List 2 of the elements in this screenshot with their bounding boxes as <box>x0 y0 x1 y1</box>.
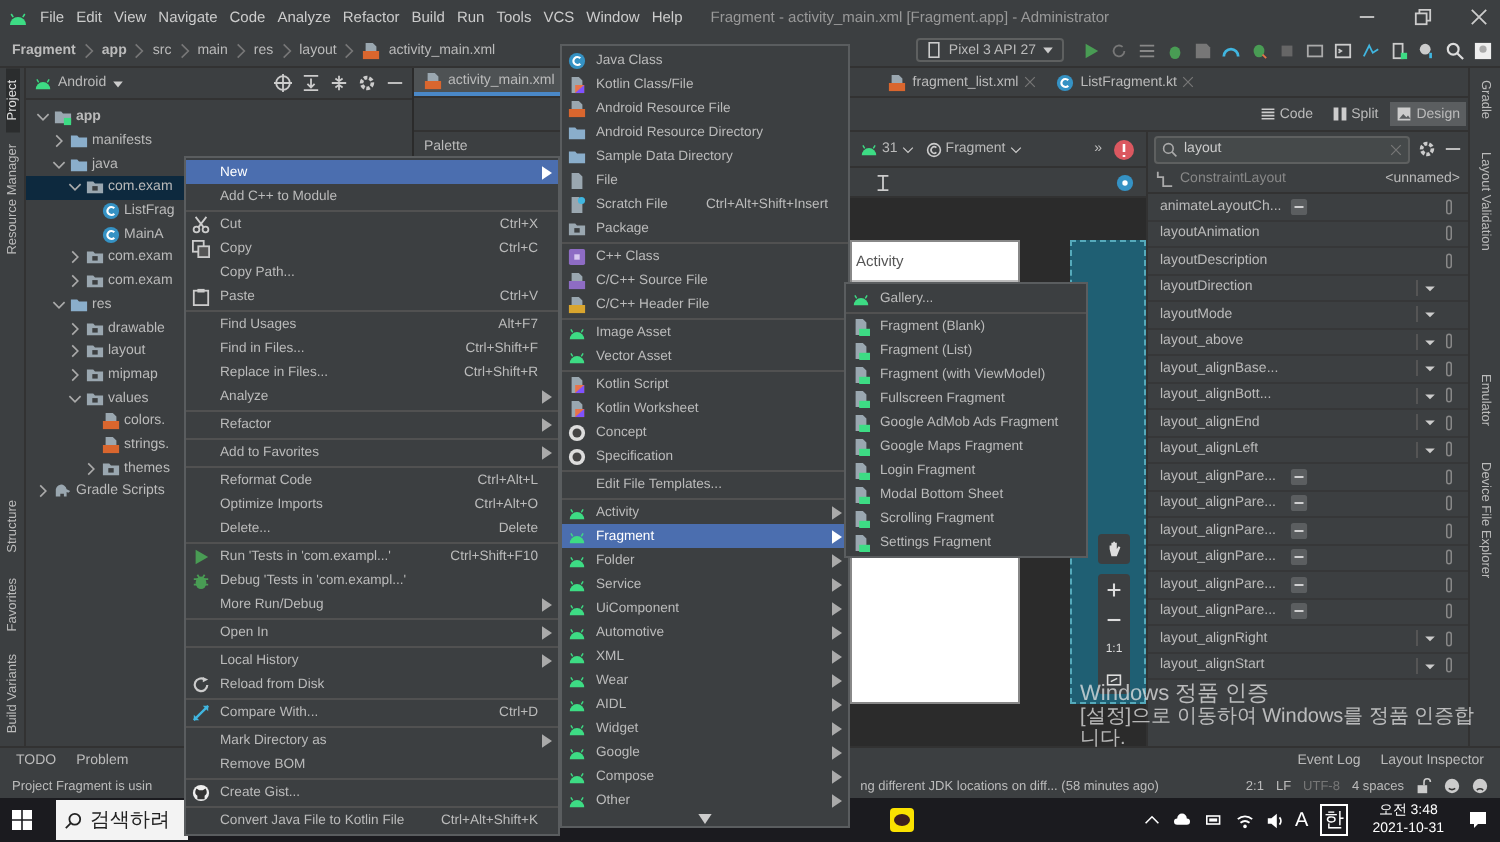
activation-notice-message: [설정]으로 이동하여 Windows를 정품 인증합니다. <box>1080 706 1477 750</box>
activation-notice-title: Windows 정품 인증 <box>1080 682 1270 706</box>
